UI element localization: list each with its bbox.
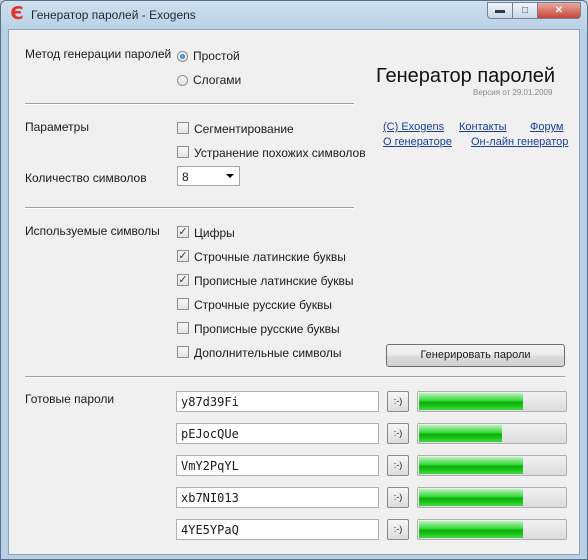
password-field[interactable]: VmY2PqYL [176,455,379,476]
radio-syllables[interactable] [177,75,188,86]
link-online-generator[interactable]: Он-лайн генератор [471,136,568,148]
digits-label[interactable]: Цифры [194,226,235,240]
password-field[interactable]: 4YE5YPaQ [176,519,379,540]
maximize-button[interactable]: □ [512,2,538,19]
window-controls: ▬ □ ✕ [487,2,581,20]
extra-symbols-label[interactable]: Дополнительные символы [194,346,342,360]
length-value: 8 [182,170,189,184]
radio-simple-label[interactable]: Простой [193,49,240,63]
strength-fill [419,521,523,538]
params-label: Параметры [25,120,89,134]
version-text: Версия от 29.01.2009 [473,88,553,97]
password-field[interactable]: pEJocQUe [176,423,379,444]
close-icon: ✕ [554,5,564,16]
russian-upper-checkbox[interactable] [177,322,189,334]
exogens-logo-icon: Є [10,3,24,24]
digits-checkbox[interactable]: ✓ [177,226,189,238]
link-contacts[interactable]: Контакты [459,121,507,133]
password-field[interactable]: xb7NI013 [176,487,379,508]
strength-fill [419,425,502,442]
symbols-label: Используемые символы [25,224,160,238]
minimize-button[interactable]: ▬ [487,2,513,19]
segmentation-label[interactable]: Сегментирование [194,122,294,136]
password-field[interactable]: y87d39Fi [176,391,379,412]
russian-upper-label[interactable]: Прописные русские буквы [194,322,340,336]
latin-lower-label[interactable]: Строчные латинские буквы [194,250,346,264]
russian-lower-label[interactable]: Строчные русские буквы [194,298,332,312]
method-label: Метод генерации паролей [25,47,172,61]
title-bar[interactable]: Є Генератор паролей - Exogens ▬ □ ✕ [1,1,587,29]
similar-chars-checkbox[interactable] [177,146,189,158]
app-title: Генератор паролей [376,65,556,87]
divider [25,207,354,209]
segmentation-checkbox[interactable] [177,122,189,134]
close-button[interactable]: ✕ [537,2,581,19]
copy-button[interactable]: :-) [387,423,409,444]
radio-syllables-label[interactable]: Слогами [193,73,241,87]
results-label: Готовые пароли [25,392,115,406]
similar-chars-label[interactable]: Устранение похожих символов [194,146,366,160]
copy-button[interactable]: :-) [387,391,409,412]
strength-fill [419,393,523,410]
divider [25,376,565,378]
window-title: Генератор паролей - Exogens [31,8,196,22]
link-about[interactable]: О генераторе [383,136,452,148]
strength-meter [417,423,567,444]
strength-meter [417,455,567,476]
copy-button[interactable]: :-) [387,519,409,540]
copy-button[interactable]: :-) [387,487,409,508]
strength-meter [417,487,567,508]
length-select[interactable]: 8 [177,166,240,186]
russian-lower-checkbox[interactable] [177,298,189,310]
link-forum[interactable]: Форум [530,121,563,133]
main-panel: Метод генерации паролей Простой Слогами … [8,29,580,555]
latin-lower-checkbox[interactable]: ✓ [177,250,189,262]
latin-upper-checkbox[interactable]: ✓ [177,274,189,286]
generate-button[interactable]: Генерировать пароли [386,344,565,367]
strength-meter [417,519,567,540]
chevron-down-icon [226,174,234,178]
copy-button[interactable]: :-) [387,455,409,476]
extra-symbols-checkbox[interactable] [177,346,189,358]
radio-simple[interactable] [177,51,188,62]
minimize-icon: ▬ [495,5,505,16]
strength-fill [419,457,523,474]
strength-fill [419,489,523,506]
latin-upper-label[interactable]: Прописные латинские буквы [194,274,354,288]
maximize-icon: □ [521,5,529,16]
length-label: Количество символов [25,171,147,185]
app-window: Є Генератор паролей - Exogens ▬ □ ✕ Мето… [0,0,588,560]
link-copyright[interactable]: (C) Exogens [383,121,444,133]
divider [25,103,354,105]
strength-meter [417,391,567,412]
